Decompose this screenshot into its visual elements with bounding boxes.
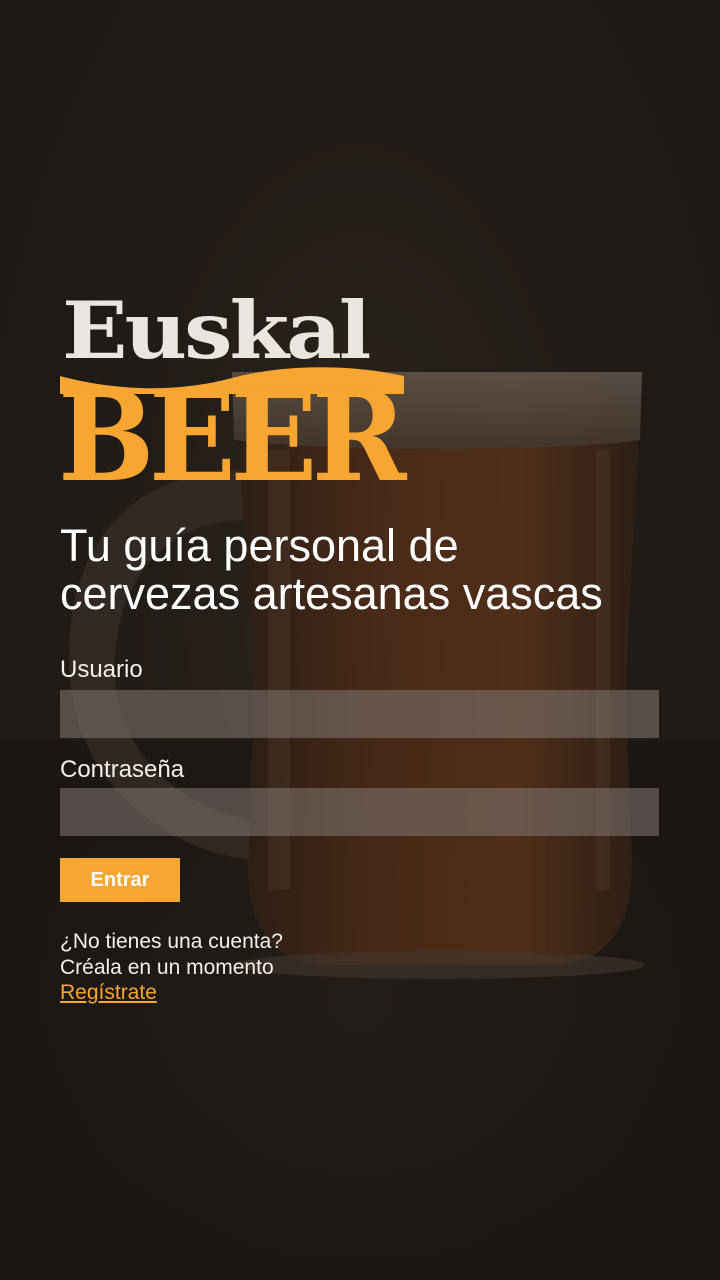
signup-subtext: Créala en un momento	[60, 956, 274, 979]
username-input[interactable]	[60, 690, 659, 738]
logo-beer: BEER	[58, 365, 407, 510]
username-label: Usuario	[60, 656, 143, 683]
signup-question: ¿No tienes una cuenta?	[60, 930, 283, 953]
background-overlay	[0, 0, 720, 1280]
tagline: Tu guía personal de cervezas artesanas v…	[60, 522, 700, 618]
login-button[interactable]: Entrar	[60, 858, 180, 902]
password-label: Contraseña	[60, 756, 185, 783]
password-input[interactable]	[60, 788, 659, 836]
register-link[interactable]: Regístrate	[60, 980, 157, 1006]
login-screen: Euskal BEER Tu guía personal de cervezas…	[0, 0, 720, 1280]
tagline-line-2: cervezas artesanas vascas	[60, 568, 603, 619]
logo-euskal: Euskal	[62, 284, 371, 378]
tagline-line-1: Tu guía personal de	[60, 520, 459, 571]
